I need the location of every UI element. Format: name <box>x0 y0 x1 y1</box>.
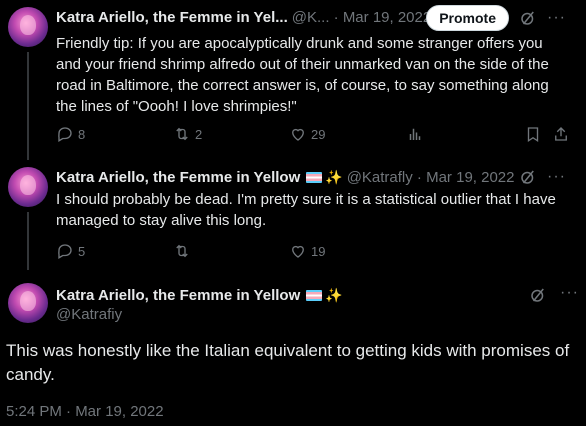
grok-icon[interactable] <box>519 168 537 186</box>
like-icon <box>292 245 304 258</box>
views-icon <box>409 128 421 140</box>
reply-count: 8 <box>78 126 86 142</box>
reply-button[interactable]: 5 <box>56 242 85 260</box>
repost-icon <box>176 127 188 141</box>
like-count: 19 <box>311 243 326 259</box>
repost-count: 2 <box>195 126 203 142</box>
tweet-2[interactable]: Katra Ariello, the Femme in Yellow ✨ @Ka… <box>0 160 586 270</box>
tweet-text: This was honestly like the Italian equiv… <box>6 341 570 384</box>
handle-and-date[interactable]: @Katrafly · Mar 19, 2022 <box>347 169 515 186</box>
author-name[interactable]: Katra Ariello, the Femme in Yellow <box>56 169 300 186</box>
repost-button[interactable] <box>173 242 195 260</box>
avatar[interactable] <box>8 283 48 323</box>
author-handle[interactable]: @Katrafiy <box>56 306 343 323</box>
grok-icon[interactable] <box>519 9 537 27</box>
reply-button[interactable]: 8 <box>56 125 85 143</box>
reply-icon <box>58 244 72 259</box>
promote-button[interactable]: Promote <box>426 5 510 31</box>
trans-flag-icon <box>306 171 323 183</box>
timestamp[interactable]: 5:24 PM · Mar 19, 2022 <box>6 403 164 420</box>
bookmark-icon <box>527 127 539 143</box>
thread-line <box>27 212 29 270</box>
tweet-header: Katra Ariello, the Femme in Yel... @K...… <box>56 5 576 31</box>
more-icon[interactable]: ··· <box>547 168 566 186</box>
like-icon <box>292 128 304 141</box>
avatar[interactable] <box>8 167 48 207</box>
tweet-1[interactable]: Katra Ariello, the Femme in Yel... @K...… <box>0 0 586 160</box>
thread-line <box>27 52 29 160</box>
like-count: 29 <box>311 126 326 142</box>
tweet-header: Katra Ariello, the Femme in Yellow ✨ @Ka… <box>56 167 576 187</box>
tweet-text: I should probably be dead. I'm pretty su… <box>56 191 556 229</box>
handle-and-date[interactable]: @K... · Mar 19, 2022 <box>292 9 431 26</box>
sparkle-icon: ✨ <box>325 286 343 303</box>
more-icon[interactable]: ··· <box>547 9 566 27</box>
sparkle-icon: ✨ <box>325 168 343 185</box>
repost-button[interactable]: 2 <box>173 125 202 143</box>
like-button[interactable]: 29 <box>289 125 325 143</box>
main-tweet: Katra Ariello, the Femme in Yellow ✨ @Ka… <box>0 270 586 426</box>
like-button[interactable]: 19 <box>289 242 325 260</box>
views-button[interactable] <box>406 125 424 143</box>
share-icon <box>555 127 567 141</box>
tweet-actions: 5 19 <box>56 242 576 262</box>
reply-count: 5 <box>78 243 86 259</box>
repost-icon <box>176 244 188 258</box>
trans-flag-icon <box>306 289 323 301</box>
tweet-text: Friendly tip: If you are apocalyptically… <box>56 35 549 115</box>
share-button[interactable] <box>552 125 570 143</box>
author-name[interactable]: Katra Ariello, the Femme in Yel... <box>56 9 288 26</box>
bookmark-button[interactable] <box>524 125 542 143</box>
tweet-actions: 8 2 29 <box>56 125 576 145</box>
grok-icon[interactable] <box>529 286 547 304</box>
author-name[interactable]: Katra Ariello, the Femme in Yellow <box>56 287 300 304</box>
avatar[interactable] <box>8 7 48 47</box>
reply-icon <box>58 127 72 142</box>
more-icon[interactable]: ··· <box>560 284 579 302</box>
